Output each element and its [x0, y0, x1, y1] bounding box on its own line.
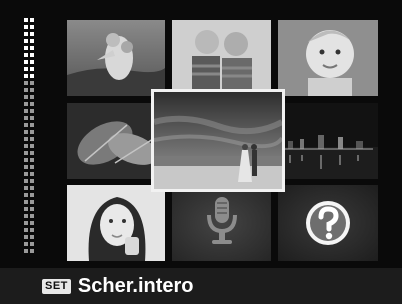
scroll-dot — [24, 151, 28, 155]
scroll-dot — [30, 102, 34, 106]
scroll-dot — [24, 102, 28, 106]
scroll-dot — [30, 207, 34, 211]
photo-night-city — [278, 103, 378, 179]
scroll-dot — [24, 179, 28, 183]
scroll-dot — [24, 67, 28, 71]
scroll-dot — [30, 228, 34, 232]
scroll-dot — [30, 200, 34, 204]
scroll-dot — [30, 214, 34, 218]
scroll-dot — [24, 60, 28, 64]
scroll-dot — [24, 193, 28, 197]
scroll-dot — [30, 179, 34, 183]
scroll-dot — [24, 165, 28, 169]
scroll-dot — [30, 32, 34, 36]
scroll-dot — [30, 144, 34, 148]
scroll-dot — [24, 88, 28, 92]
scroll-dot — [24, 116, 28, 120]
scroll-dot — [30, 235, 34, 239]
scroll-dot — [30, 18, 34, 22]
status-bar: SET Scher.intero — [0, 268, 402, 304]
thumbnail-two-boys[interactable] — [172, 20, 271, 96]
scroll-dot — [24, 81, 28, 85]
scroll-dot — [30, 95, 34, 99]
photo-piggyback-couple — [67, 20, 165, 96]
scroll-dot — [24, 46, 28, 50]
photo-two-boys — [172, 20, 271, 96]
thumbnail-beach-couple-selected[interactable] — [151, 89, 285, 192]
scroll-dot — [30, 88, 34, 92]
scroll-dot — [30, 74, 34, 78]
scroll-dot — [24, 39, 28, 43]
scroll-dot — [24, 109, 28, 113]
thumbnail-baby[interactable] — [278, 20, 378, 96]
scroll-dot — [30, 25, 34, 29]
scroll-dot — [30, 109, 34, 113]
thumbnail-night-city[interactable] — [278, 103, 378, 179]
photo-beach-couple — [154, 92, 282, 189]
scroll-dot — [30, 39, 34, 43]
scroll-dot — [30, 151, 34, 155]
scroll-dot — [30, 130, 34, 134]
question-mark-icon — [278, 185, 378, 261]
scroll-dot — [30, 67, 34, 71]
scroll-dot — [24, 172, 28, 176]
scroll-dot — [30, 60, 34, 64]
scroll-dot — [24, 130, 28, 134]
scroll-dot — [30, 158, 34, 162]
scroll-dot — [24, 144, 28, 148]
scroll-dot — [24, 186, 28, 190]
scroll-dot — [30, 123, 34, 127]
scroll-dot — [30, 186, 34, 190]
scroll-dot — [24, 242, 28, 246]
scroll-dot — [24, 123, 28, 127]
scroll-dot — [24, 74, 28, 78]
scroll-dot — [30, 81, 34, 85]
scroll-dot — [30, 242, 34, 246]
thumbnail-piggyback-couple[interactable] — [67, 20, 165, 96]
scroll-dot — [24, 200, 28, 204]
scroll-dot — [24, 137, 28, 141]
scroll-dot — [30, 249, 34, 253]
scroll-dot — [30, 221, 34, 225]
scroll-dot — [30, 172, 34, 176]
scroll-dot — [30, 116, 34, 120]
scroll-dot — [30, 137, 34, 141]
scroll-dot — [30, 165, 34, 169]
set-button-icon: SET — [42, 278, 71, 294]
photo-woman-portrait — [67, 185, 165, 261]
scroll-dot — [24, 53, 28, 57]
playback-screen — [0, 0, 402, 268]
scroll-dot — [24, 25, 28, 29]
scroll-dot — [30, 193, 34, 197]
set-button-hint-label: Scher.intero — [77, 274, 194, 297]
photo-baby — [278, 20, 378, 96]
thumbnail-help[interactable] — [278, 185, 378, 261]
scroll-dot — [24, 158, 28, 162]
scroll-dot — [24, 221, 28, 225]
scroll-dot — [24, 249, 28, 253]
scroll-dot — [30, 53, 34, 57]
scroll-dot — [24, 32, 28, 36]
thumbnail-voice-memo[interactable] — [172, 185, 271, 261]
scroll-dot — [24, 235, 28, 239]
scroll-dot — [24, 214, 28, 218]
thumbnail-woman-portrait[interactable] — [67, 185, 165, 261]
scroll-dot — [30, 46, 34, 50]
microphone-icon — [172, 185, 271, 261]
scroll-dot — [24, 18, 28, 22]
scroll-dot — [24, 228, 28, 232]
scroll-dot — [24, 207, 28, 211]
scroll-position-indicator[interactable] — [24, 18, 36, 258]
scroll-dot — [24, 95, 28, 99]
